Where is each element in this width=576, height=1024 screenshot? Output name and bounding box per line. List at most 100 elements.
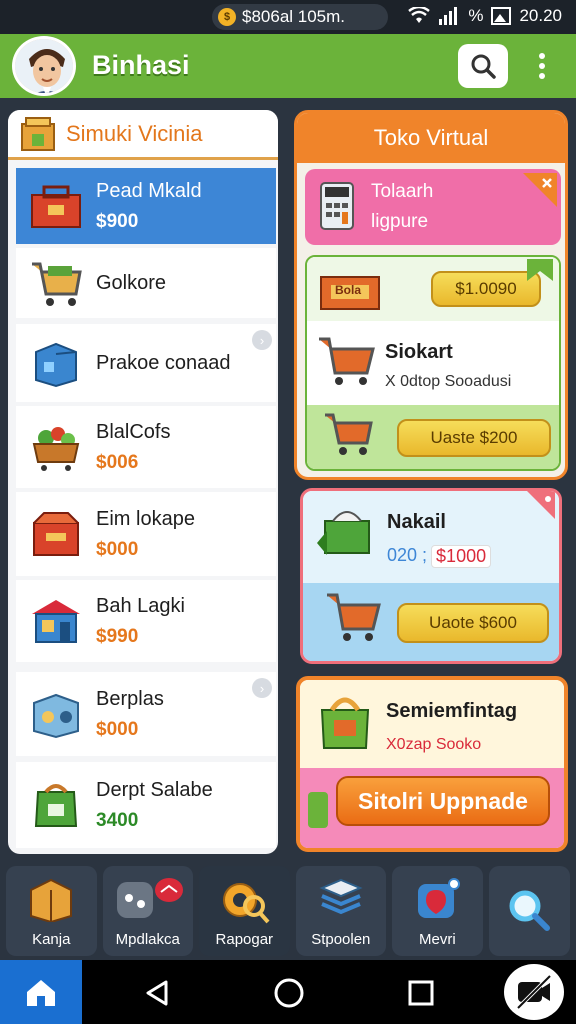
list-item-pead-mkald[interactable]: Pead Mkald $900 <box>16 168 276 244</box>
item-name: Eim lokape <box>96 507 195 530</box>
blue-box-icon <box>35 342 77 388</box>
side-tab <box>308 792 328 828</box>
item-price: $900 <box>96 210 139 232</box>
cart-icon <box>32 262 82 306</box>
cart-icon <box>319 337 375 385</box>
product-price-row: 020 ; $1000 <box>387 545 492 568</box>
produce-cart-icon <box>32 427 80 471</box>
nav-label: Stpoolen <box>311 931 371 948</box>
app-bar: Binhasi <box>0 34 576 98</box>
home-circle-icon[interactable] <box>272 976 306 1010</box>
status-pill-text: $806al 105m. <box>242 7 346 26</box>
item-price: $000 <box>96 538 139 560</box>
system-nav-bar <box>0 960 576 1024</box>
cart-icon <box>327 593 381 641</box>
coin-icon: $ <box>218 8 236 26</box>
home-icon <box>27 980 55 1006</box>
avatar[interactable] <box>12 36 76 96</box>
status-bar: $ $806al 105m. % 20.20 <box>0 0 576 34</box>
nav-label: Mpdlakca <box>115 931 180 948</box>
clock: 20.20 <box>519 6 562 25</box>
promo-card-pink[interactable]: Tolaarh ligpure <box>305 169 561 245</box>
upgrade-main-button[interactable]: Sitolri Uppnade <box>336 776 550 826</box>
product-title: Nakail <box>387 511 446 533</box>
search-icon <box>471 54 496 79</box>
crate-label: Bola <box>335 283 362 297</box>
item-name: Golkore <box>96 271 167 294</box>
list-item-golkore[interactable]: Golkore <box>16 248 276 318</box>
no-video-icon <box>516 974 552 1010</box>
close-tag-icon[interactable] <box>523 173 557 207</box>
image-icon <box>491 7 512 25</box>
item-price: 3400 <box>96 809 139 831</box>
nav-item-mevri[interactable]: Mevri <box>392 866 483 956</box>
shopping-bag-icon <box>320 697 370 749</box>
product-title: Siokart <box>385 341 453 363</box>
nav-label: Mevri <box>418 931 456 948</box>
status-pill: $ $806al 105m. <box>212 4 388 30</box>
promo-line2: ligpure <box>371 211 429 232</box>
crate-icon <box>30 878 73 922</box>
price-prefix: 020 ; <box>387 545 428 565</box>
tag-icon[interactable] <box>527 491 555 519</box>
item-name: Pead Mkald <box>96 179 202 202</box>
search-button[interactable] <box>458 44 508 88</box>
item-price: $006 <box>96 451 139 473</box>
item-name: BlalCofs <box>96 420 171 443</box>
list-item-eim-lokape[interactable]: Eim lokape $000 <box>16 492 276 576</box>
wifi-icon <box>408 7 431 23</box>
shop-building-icon <box>32 600 80 643</box>
left-panel: Simuki Vicinia Pead Mkald $900 Golkore Pr… <box>8 110 278 854</box>
right-panel-title: Toko Virtual <box>297 113 565 163</box>
screen-capture-button[interactable] <box>504 964 564 1020</box>
gear-search-icon <box>223 883 270 924</box>
product-price: $1000 <box>431 545 492 568</box>
battery-percent: % <box>468 6 484 25</box>
left-panel-header: Simuki Vicinia <box>8 110 278 160</box>
item-name: Prakoe conaad <box>96 351 231 374</box>
product-subtitle: X0zap Sooko <box>386 736 482 753</box>
green-box-icon <box>317 511 370 555</box>
product-card-nakail[interactable]: Nakail 020 ; $1000 Uaote $600 <box>300 488 562 664</box>
recents-icon[interactable] <box>406 978 436 1008</box>
list-item-derpt-salabe[interactable]: Derpt Salabe 3400 <box>16 762 276 848</box>
shop-icon <box>21 116 55 151</box>
search-icon <box>509 890 551 931</box>
nav-item-stpoolen[interactable]: Stpoolen <box>295 866 387 956</box>
nav-item-kanja[interactable]: Kanja <box>6 866 97 956</box>
item-name: Derpt Salabe <box>96 778 213 801</box>
nav-item-mpdlakca[interactable]: Mpdlakca <box>102 866 194 956</box>
home-tab-button[interactable] <box>0 960 82 1024</box>
chevron-right-icon[interactable]: › <box>252 678 272 698</box>
product-card-siokart[interactable]: Bola $1.0090 Siokart X 0dtop Sooadusi Ua… <box>305 255 561 471</box>
location-badge-icon <box>418 878 461 918</box>
right-panel: Toko Virtual Tolaarh ligpure Bola $1.009… <box>294 110 568 480</box>
green-bag-icon <box>34 784 78 827</box>
item-name: Berplas <box>96 687 164 710</box>
chevron-right-icon[interactable]: › <box>252 330 272 350</box>
list-item-berplas[interactable]: Berplas $000 › <box>16 672 276 756</box>
gamepad-icon <box>116 878 183 918</box>
leaf-tag-icon <box>527 259 553 281</box>
list-item-prakoe-conaad[interactable]: Prakoe conaad › <box>16 324 276 402</box>
back-icon[interactable] <box>142 978 172 1008</box>
left-panel-title: Simuki Vicinia <box>66 120 203 146</box>
upgrade-button-1[interactable]: Uaste $200 <box>397 419 551 457</box>
nav-item-rapogar[interactable]: Rapogar <box>199 866 290 956</box>
item-name: Bah Lagki <box>96 594 185 617</box>
cart-icon <box>325 413 373 455</box>
status-icons: % 20.20 <box>408 6 562 26</box>
promo-line1: Tolaarh <box>371 181 434 202</box>
product-card-semiemfintag[interactable]: Semiemfintag X0zap Sooko Sitolri Uppnade <box>296 676 568 852</box>
toolbox-icon <box>31 185 81 228</box>
nav-search-button[interactable] <box>488 866 571 956</box>
calculator-icon <box>320 182 354 230</box>
product-subtitle: X 0dtop Sooadusi <box>385 373 512 390</box>
list-item-bah-lagki[interactable]: Bah Lagki $990 <box>16 580 276 662</box>
upgrade-button-2[interactable]: Uaote $600 <box>397 603 549 643</box>
item-price: $000 <box>96 718 139 740</box>
bottom-nav: Kanja Mpdlakca Rapogar Stpoolen Mevri <box>6 866 571 956</box>
list-item-blalcofs[interactable]: BlalCofs $006 <box>16 406 276 488</box>
more-vert-icon[interactable] <box>528 48 556 84</box>
red-box-icon <box>33 512 79 556</box>
